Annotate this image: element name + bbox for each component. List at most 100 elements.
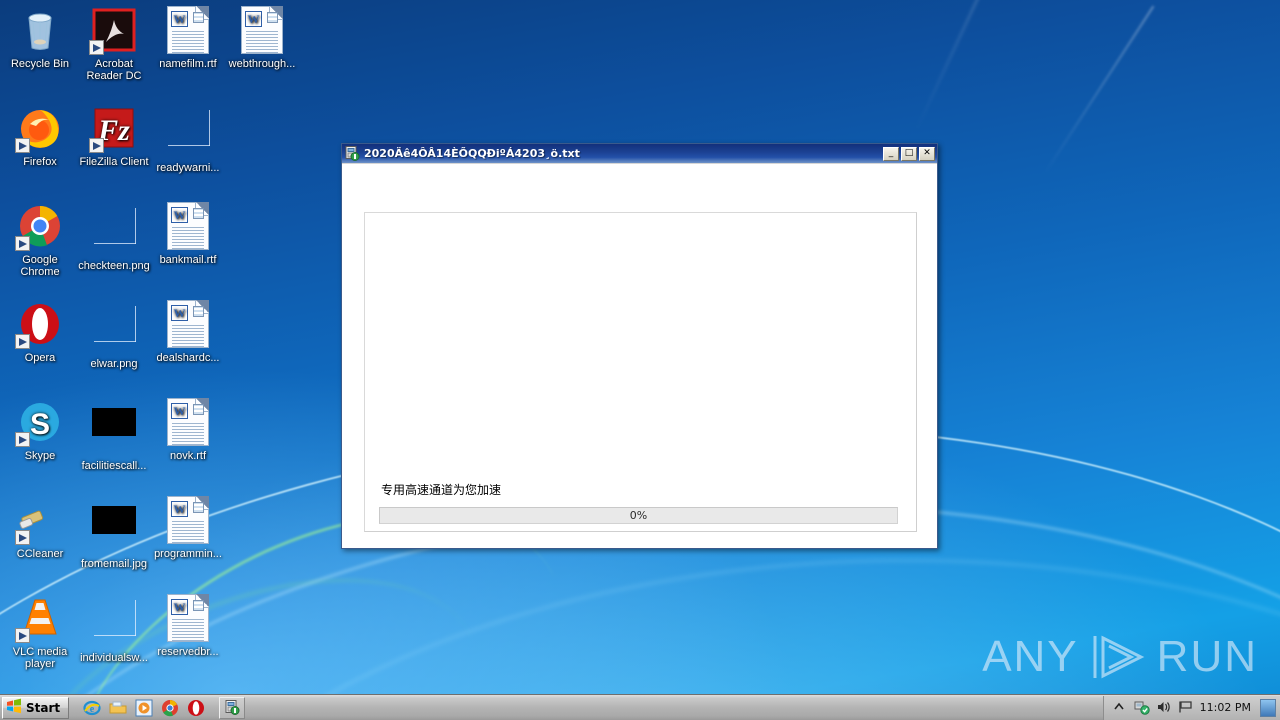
- desktop-icon-facilitiescall[interactable]: facilitiescall...: [76, 398, 152, 472]
- desktop-icon-label: novk.rtf: [169, 450, 207, 462]
- internet-explorer-icon[interactable]: e: [83, 699, 101, 717]
- volume-icon[interactable]: [1156, 700, 1171, 715]
- window-body: 专用高速通道为您加速 0%: [342, 163, 937, 548]
- start-button-label: Start: [26, 700, 61, 715]
- shortcut-arrow-icon: [89, 40, 104, 55]
- desktop-icon-google-chrome[interactable]: Google Chrome: [2, 202, 78, 278]
- opera-icon: [15, 300, 64, 349]
- media-player-icon[interactable]: [135, 699, 153, 717]
- blank-icon: [90, 600, 138, 648]
- minimize-button[interactable]: _: [883, 146, 899, 161]
- shortcut-arrow-icon: [89, 138, 104, 153]
- desktop-icon-label: reservedbr...: [157, 646, 219, 658]
- maximize-button[interactable]: □: [901, 146, 917, 161]
- word-icon: W: [164, 594, 212, 642]
- black-icon: [90, 506, 138, 554]
- black-icon: [90, 408, 138, 456]
- blank-icon: [90, 306, 138, 354]
- desktop-icon-programmin[interactable]: W programmin...: [150, 496, 226, 560]
- desktop-icon-reservedbr[interactable]: W reservedbr...: [150, 594, 226, 658]
- action-center-flag-icon[interactable]: [1178, 700, 1193, 715]
- watermark-text-any: ANY: [982, 632, 1079, 681]
- blank-icon: [164, 110, 212, 158]
- show-hidden-icons-chevron[interactable]: [1112, 700, 1127, 715]
- taskbar[interactable]: Start e 11:02 PM: [0, 694, 1280, 720]
- anyrun-watermark: ANY RUN: [982, 632, 1258, 682]
- word-icon: W: [164, 202, 212, 250]
- desktop-icon-label: dealshardc...: [156, 352, 220, 364]
- taskbar-clock[interactable]: 11:02 PM: [1200, 701, 1251, 714]
- shortcut-arrow-icon: [15, 432, 30, 447]
- shortcut-arrow-icon: [15, 628, 30, 643]
- progress-percent-label: 0%: [629, 509, 648, 522]
- desktop-icon-label: Acrobat Reader DC: [86, 58, 142, 82]
- desktop-icon-opera[interactable]: Opera: [2, 300, 78, 364]
- ccleaner-icon: [15, 496, 64, 545]
- desktop-icon-fromemail-jpg[interactable]: fromemail.jpg: [76, 496, 152, 570]
- desktop-icon-label: individualsw...: [80, 652, 148, 664]
- desktop-icon-label: Recycle Bin: [10, 58, 70, 70]
- vlc-icon: [15, 594, 64, 643]
- opera-icon[interactable]: [187, 699, 205, 717]
- shortcut-arrow-icon: [15, 138, 30, 153]
- desktop-icon-label: VLC media player: [12, 646, 68, 670]
- shortcut-arrow-icon: [15, 236, 30, 251]
- recycle-icon: [16, 6, 64, 54]
- desktop-icon-readywarni[interactable]: readywarni...: [150, 104, 226, 174]
- word-icon: W: [164, 398, 212, 446]
- desktop-icon-firefox[interactable]: Firefox: [2, 104, 78, 168]
- shortcut-arrow-icon: [15, 334, 30, 349]
- network-icon[interactable]: [1134, 700, 1150, 715]
- text-file-application-window[interactable]: 2020Äê4ÔÂ14ÈÕQQÐiºÁ4203¸ö.txt _ □ ✕ 专用高速…: [341, 143, 938, 549]
- desktop[interactable]: Recycle Bin Acrobat Reader DC W namefilm…: [0, 0, 1280, 720]
- window-titlebar[interactable]: 2020Äê4ÔÂ14ÈÕQQÐiºÁ4203¸ö.txt _ □ ✕: [342, 144, 937, 163]
- anyrun-play-logo-icon: [1085, 632, 1151, 682]
- wallpaper-streak-2: [914, 0, 984, 133]
- desktop-icon-label: Google Chrome: [20, 254, 60, 278]
- system-tray[interactable]: 11:02 PM: [1102, 695, 1280, 720]
- close-button[interactable]: ✕: [919, 146, 935, 161]
- desktop-icon-namefilm-rtf[interactable]: W namefilm.rtf: [150, 6, 226, 70]
- desktop-icon-webthrough[interactable]: W webthrough...: [224, 6, 300, 70]
- start-button[interactable]: Start: [2, 696, 70, 719]
- watermark-text-run: RUN: [1156, 632, 1258, 681]
- windows-explorer-icon[interactable]: [109, 699, 127, 717]
- svg-text:S: S: [30, 408, 50, 441]
- acrobat-icon: [89, 6, 138, 55]
- desktop-icon-label: Opera: [24, 352, 56, 364]
- filezilla-icon: Fz: [89, 104, 138, 153]
- desktop-icon-label: namefilm.rtf: [159, 58, 217, 70]
- desktop-icon-label: checkteen.png: [78, 260, 150, 272]
- blank-icon: [90, 208, 138, 256]
- desktop-icon-label: readywarni...: [156, 162, 220, 174]
- content-panel: 专用高速通道为您加速 0%: [364, 212, 917, 532]
- desktop-icon-label: elwar.png: [90, 358, 138, 370]
- desktop-icon-elwar-png[interactable]: elwar.png: [76, 300, 152, 370]
- desktop-icon-acrobat-reader-dc[interactable]: Acrobat Reader DC: [76, 6, 152, 82]
- desktop-icon-label: facilitiescall...: [81, 460, 147, 472]
- desktop-icon-novk-rtf[interactable]: W novk.rtf: [150, 398, 226, 462]
- desktop-icon-label: Firefox: [23, 156, 57, 168]
- desktop-icon-recycle-bin[interactable]: Recycle Bin: [2, 6, 78, 70]
- desktop-icon-label: bankmail.rtf: [159, 254, 217, 266]
- desktop-icon-individualsw[interactable]: individualsw...: [76, 594, 152, 664]
- desktop-icon-skype[interactable]: S Skype: [2, 398, 78, 462]
- skype-icon: S: [15, 398, 64, 447]
- taskbar-window-buttons[interactable]: [219, 696, 246, 719]
- chrome-icon[interactable]: [161, 699, 179, 717]
- show-desktop-button[interactable]: [1260, 698, 1276, 717]
- desktop-icon-label: fromemail.jpg: [80, 558, 148, 570]
- window-controls[interactable]: _ □ ✕: [883, 146, 935, 161]
- quick-launch-bar[interactable]: e: [83, 699, 205, 717]
- desktop-icon-bankmail-rtf[interactable]: W bankmail.rtf: [150, 202, 226, 266]
- desktop-icon-label: programmin...: [154, 548, 222, 560]
- desktop-icon-vlc-media-player[interactable]: VLC media player: [2, 594, 78, 670]
- desktop-icon-ccleaner[interactable]: CCleaner: [2, 496, 78, 560]
- desktop-icon-label: FileZilla Client: [79, 156, 149, 168]
- desktop-icon-checkteen-png[interactable]: checkteen.png: [76, 202, 152, 272]
- windows-logo-icon: [6, 698, 22, 717]
- chrome-icon: [15, 202, 64, 251]
- text-file-window-button[interactable]: [219, 696, 246, 719]
- desktop-icon-dealshardc[interactable]: W dealshardc...: [150, 300, 226, 364]
- desktop-icon-filezilla-client[interactable]: Fz FileZilla Client: [76, 104, 152, 168]
